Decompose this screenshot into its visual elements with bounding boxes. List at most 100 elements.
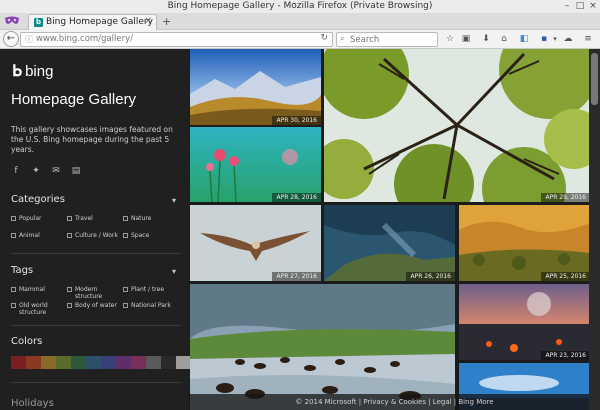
category-option[interactable]: Space <box>123 232 149 239</box>
tag-option[interactable]: Mammal <box>11 286 45 293</box>
bison-herd-photo <box>190 284 455 410</box>
volcanic-coast-photo <box>459 284 590 360</box>
color-swatch[interactable] <box>161 356 176 369</box>
sync-icon[interactable]: ☁ <box>562 33 574 45</box>
email-icon[interactable]: ✉ <box>51 166 61 176</box>
color-swatch[interactable] <box>11 356 26 369</box>
tab-close-icon[interactable]: × <box>144 16 152 26</box>
color-swatch[interactable] <box>146 356 161 369</box>
gallery-image[interactable]: APR 28, 2016 <box>190 127 321 202</box>
menu-icon[interactable]: ≡ <box>582 33 594 45</box>
tag-option[interactable]: Old world structure <box>11 302 61 316</box>
save-dropdown-icon[interactable]: ▾ <box>549 33 561 45</box>
search-bar[interactable]: ⌕ <box>336 32 438 47</box>
back-icon[interactable]: ← <box>3 31 19 47</box>
gallery-image[interactable]: APR 25, 2016 <box>459 205 590 281</box>
page-content: ᖯ bing Homepage Gallery This gallery sho… <box>0 49 600 410</box>
reload-icon[interactable]: ↻ <box>320 33 328 43</box>
tags-heading[interactable]: Tags <box>11 265 33 276</box>
tab-bar: b Bing Homepage Gallery × + <box>0 13 600 30</box>
gallery-image[interactable]: APR 26, 2016 <box>324 205 455 281</box>
url-bar[interactable]: ⓘ www.bing.com/gallery/ ↻ <box>20 32 333 47</box>
color-swatch[interactable] <box>131 356 146 369</box>
gallery-image[interactable]: APR 27, 2016 <box>190 205 321 281</box>
page-title: Homepage Gallery <box>11 91 137 108</box>
section-divider <box>11 325 181 326</box>
categories-heading[interactable]: Categories <box>11 194 65 205</box>
bing-logo[interactable]: ᖯ bing <box>12 61 53 81</box>
color-swatch[interactable] <box>176 356 191 369</box>
private-browsing-mask-icon <box>5 16 19 24</box>
minimize-icon[interactable]: – <box>562 1 572 11</box>
tree-canopy-photo <box>324 49 590 202</box>
window-title: Bing Homepage Gallery - Mozilla Firefox … <box>167 1 433 11</box>
color-swatch[interactable] <box>56 356 71 369</box>
scrollbar[interactable] <box>589 49 600 410</box>
bing-logo-icon: ᖯ <box>12 63 23 80</box>
gallery-image[interactable]: APR 30, 2016 <box>190 49 321 125</box>
landscape-photo <box>190 49 321 125</box>
clipboard-icon[interactable]: ▣ <box>460 33 472 45</box>
image-date: APR 23, 2016 <box>541 351 590 360</box>
tag-option[interactable]: National Park <box>123 302 171 309</box>
color-swatch[interactable] <box>26 356 41 369</box>
tab-bing-gallery[interactable]: b Bing Homepage Gallery × <box>28 14 157 30</box>
category-option[interactable]: Nature <box>123 215 151 222</box>
color-swatch[interactable] <box>116 356 131 369</box>
color-swatch[interactable] <box>71 356 86 369</box>
flowers-photo <box>190 127 321 202</box>
page-footer[interactable]: © 2014 Microsoft | Privacy & Cookies | L… <box>189 394 600 410</box>
section-divider <box>11 382 181 383</box>
new-tab-icon[interactable]: + <box>162 15 171 28</box>
window-titlebar: Bing Homepage Gallery - Mozilla Firefox … <box>0 0 600 13</box>
star-icon[interactable]: ☆ <box>444 33 456 45</box>
maximize-icon[interactable]: □ <box>575 1 585 11</box>
share-icons: f ✦ ✉ ▤ <box>11 166 81 176</box>
close-window-icon[interactable]: × <box>588 1 598 11</box>
gallery-image[interactable]: APR 29, 2016 <box>324 49 590 202</box>
pocket-icon[interactable]: ◧ <box>518 33 530 45</box>
image-date: APR 27, 2016 <box>272 272 321 281</box>
tag-option[interactable]: Modern structure <box>67 286 117 300</box>
image-date: APR 28, 2016 <box>272 193 321 202</box>
gallery-sidebar: ᖯ bing Homepage Gallery This gallery sho… <box>0 49 191 410</box>
color-swatch[interactable] <box>41 356 56 369</box>
tag-option[interactable]: Plant / tree <box>123 286 164 293</box>
color-swatch[interactable] <box>101 356 116 369</box>
search-icon: ⌕ <box>340 34 345 43</box>
category-option[interactable]: Travel <box>67 215 93 222</box>
category-option[interactable]: Animal <box>11 232 40 239</box>
tag-option[interactable]: Body of water <box>67 302 117 309</box>
chevron-down-icon[interactable]: ▾ <box>172 267 176 276</box>
bing-logo-text: bing <box>25 62 54 80</box>
home-icon[interactable]: ⌂ <box>498 33 510 45</box>
facebook-icon[interactable]: f <box>11 166 21 176</box>
image-date: APR 30, 2016 <box>272 116 321 125</box>
section-divider <box>11 253 181 254</box>
image-date: APR 25, 2016 <box>541 272 590 281</box>
category-option[interactable]: Culture / Work <box>67 232 118 239</box>
download-icon[interactable]: ⬇ <box>480 33 492 45</box>
category-option[interactable]: Popular <box>11 215 42 222</box>
gallery-image[interactable]: APR 23, 2016 <box>459 284 590 360</box>
image-date: APR 26, 2016 <box>406 272 455 281</box>
aerial-coast-photo <box>324 205 455 281</box>
navigation-toolbar: ← ⓘ www.bing.com/gallery/ ↻ ⌕ ☆ ▣ ⬇ ⌂ ◧ … <box>0 30 600 49</box>
tab-label: Bing Homepage Gallery <box>46 17 153 27</box>
color-swatch[interactable] <box>86 356 101 369</box>
rss-icon[interactable]: ▤ <box>71 166 81 176</box>
holidays-heading[interactable]: Holidays <box>11 398 54 409</box>
colors-heading[interactable]: Colors <box>11 336 42 347</box>
info-icon[interactable]: ⓘ <box>25 34 33 45</box>
gallery-image[interactable] <box>190 284 455 410</box>
search-input[interactable] <box>350 34 434 46</box>
gallery-description: This gallery showcases images featured o… <box>11 125 173 154</box>
savanna-photo <box>459 205 590 281</box>
bing-favicon-icon: b <box>34 18 43 27</box>
url-text[interactable]: www.bing.com/gallery/ <box>36 34 133 44</box>
twitter-icon[interactable]: ✦ <box>31 166 41 176</box>
image-date: APR 29, 2016 <box>541 193 590 202</box>
color-swatches <box>11 356 191 369</box>
scrollbar-thumb[interactable] <box>591 53 598 105</box>
chevron-down-icon[interactable]: ▾ <box>172 196 176 205</box>
